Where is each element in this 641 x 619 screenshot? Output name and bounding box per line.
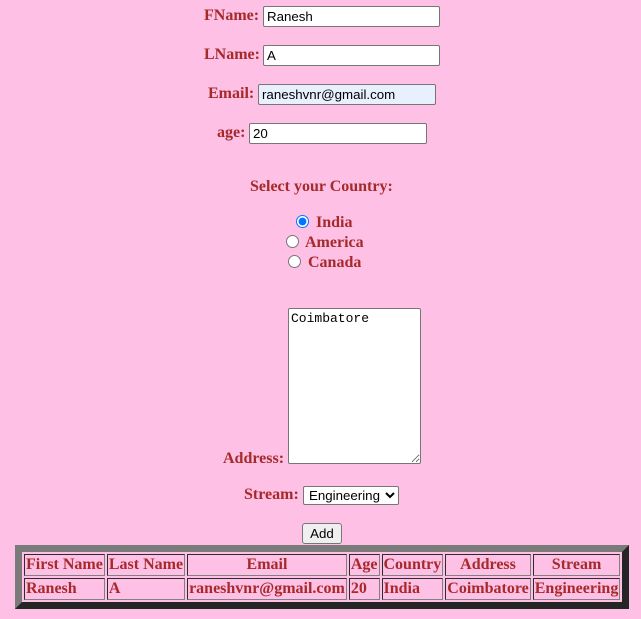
cell-stream: Engineering bbox=[532, 578, 621, 600]
country-heading: Select your Country: bbox=[250, 178, 393, 195]
age-label: age: bbox=[217, 124, 246, 141]
country-radio-india[interactable] bbox=[296, 215, 309, 228]
country-radio-america[interactable] bbox=[286, 235, 299, 248]
header-stream: Stream bbox=[532, 554, 621, 576]
records-table: First Name Last Name Email Age Country A… bbox=[15, 545, 630, 609]
cell-email: raneshvnr@gmail.com bbox=[187, 578, 347, 600]
table-header-row: First Name Last Name Email Age Country A… bbox=[24, 554, 621, 576]
header-first-name: First Name bbox=[24, 554, 105, 576]
address-textarea[interactable]: Coimbatore bbox=[288, 308, 421, 464]
email-input[interactable] bbox=[258, 84, 436, 105]
address-label: Address: bbox=[223, 450, 285, 467]
fname-label: FName: bbox=[204, 7, 260, 24]
stream-select[interactable]: Engineering bbox=[303, 486, 399, 505]
header-address: Address bbox=[445, 554, 531, 576]
country-option-america: America bbox=[305, 234, 364, 251]
lname-label: LName: bbox=[204, 46, 260, 63]
header-country: Country bbox=[381, 554, 444, 576]
age-input[interactable] bbox=[249, 123, 427, 144]
fname-input[interactable] bbox=[263, 6, 440, 27]
email-label: Email: bbox=[208, 85, 255, 102]
cell-first-name: Ranesh bbox=[24, 578, 105, 600]
header-age: Age bbox=[348, 554, 380, 576]
cell-last-name: A bbox=[106, 578, 186, 600]
header-last-name: Last Name bbox=[106, 554, 186, 576]
country-option-canada: Canada bbox=[308, 254, 362, 271]
table-row: Ranesh A raneshvnr@gmail.com 20 India Co… bbox=[24, 578, 621, 600]
cell-country: India bbox=[381, 578, 444, 600]
stream-label: Stream: bbox=[244, 486, 299, 503]
cell-age: 20 bbox=[348, 578, 380, 600]
add-button[interactable]: Add bbox=[302, 523, 342, 544]
country-radio-canada[interactable] bbox=[288, 255, 301, 268]
lname-input[interactable] bbox=[263, 45, 440, 66]
cell-address: Coimbatore bbox=[445, 578, 531, 600]
country-option-india: India bbox=[316, 214, 353, 231]
header-email: Email bbox=[187, 554, 347, 576]
